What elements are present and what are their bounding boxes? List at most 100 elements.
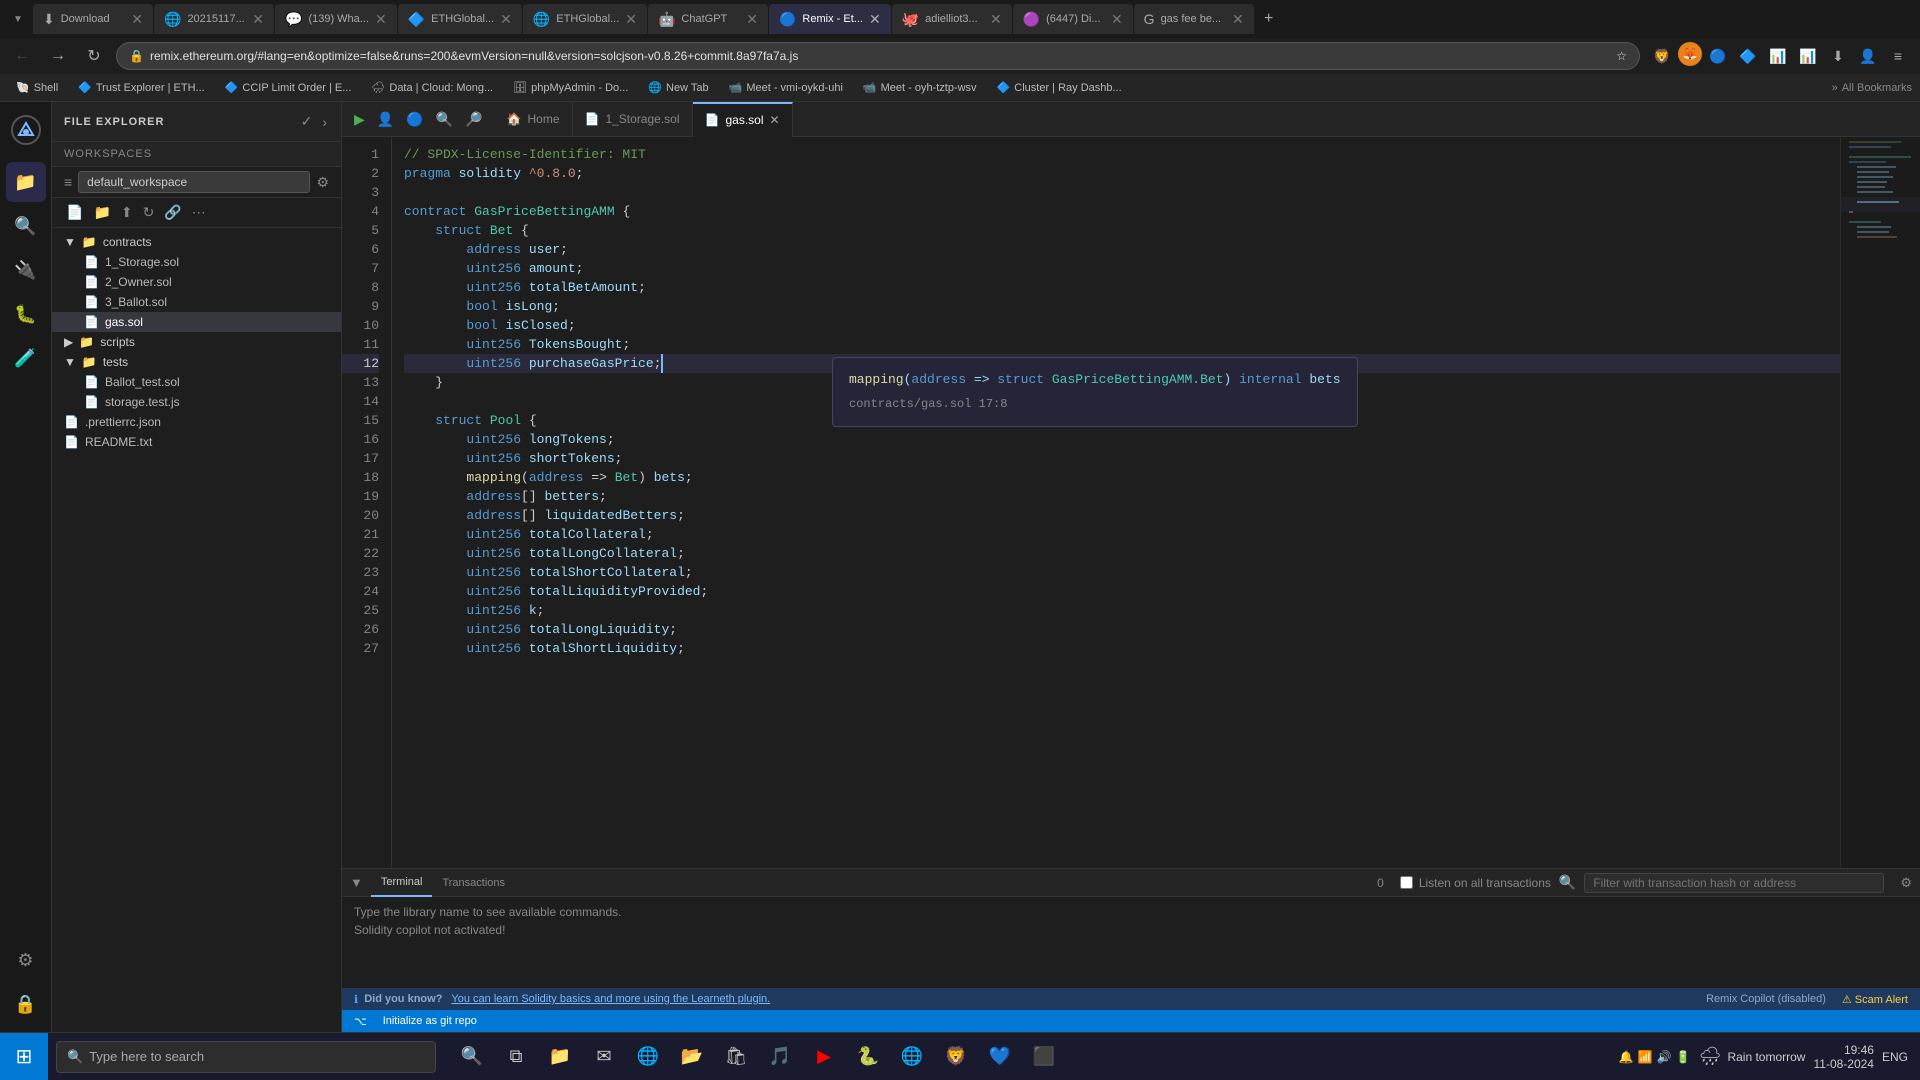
tab-discord[interactable]: 🟣 (6447) Di... ✕ [1013, 4, 1133, 34]
bookmark-cluster[interactable]: 🔷 Cluster | Ray Dashb... [989, 79, 1130, 96]
folder-tests[interactable]: ▼ 📁 tests [52, 352, 341, 372]
bookmark-ccip[interactable]: 🔷 CCIP Limit Order | E... [217, 79, 360, 96]
upload-icon[interactable]: ⬆ [119, 202, 135, 223]
remix-logo[interactable] [6, 110, 46, 150]
bookmark-star-icon[interactable]: ☆ [1616, 49, 1627, 63]
tab-remix[interactable]: 🔵 Remix - Et... ✕ [769, 4, 891, 34]
address-bar[interactable]: 🔒 remix.ethereum.org/#lang=en&optimize=f… [116, 42, 1640, 70]
new-file-icon[interactable]: 📄 [64, 202, 85, 223]
taskbar-icon-youtube[interactable]: ▶ [804, 1037, 844, 1077]
tab-3[interactable]: 💬 (139) Wha... ✕ [275, 4, 397, 34]
file-2-owner[interactable]: 📄 2_Owner.sol [52, 272, 341, 292]
bookmark-data[interactable]: 🌧 Data | Cloud: Mong... [363, 79, 501, 96]
file-1-storage[interactable]: 📄 1_Storage.sol [52, 252, 341, 272]
sidebar-icon-search[interactable]: 🔍 [6, 206, 46, 246]
editor-tab-storage[interactable]: 📄 1_Storage.sol [573, 102, 693, 137]
taskbar-icon-edge[interactable]: 🌐 [628, 1037, 668, 1077]
tab-close-5[interactable]: ✕ [625, 11, 637, 28]
git-label[interactable]: Initialize as git repo [383, 1015, 477, 1027]
workspace-name-input[interactable] [78, 171, 310, 193]
tab-close-4[interactable]: ✕ [500, 11, 512, 28]
minimap[interactable] [1840, 137, 1920, 868]
taskbar-icon-mail[interactable]: ✉ [584, 1037, 624, 1077]
collapse-icon[interactable]: ▼ [350, 875, 363, 890]
listen-transactions-checkbox[interactable]: Listen on all transactions [1400, 876, 1551, 890]
terminal-tab[interactable]: Terminal [371, 869, 433, 897]
tab-5[interactable]: 🌐 ETHGlobal... ✕ [523, 4, 647, 34]
tray-icon-volume[interactable]: 🔊 [1657, 1050, 1672, 1064]
tab-close-2[interactable]: ✕ [252, 11, 264, 28]
ext-icon-5[interactable]: ⬇ [1824, 42, 1852, 70]
taskbar-icon-terminal[interactable]: ⬛ [1024, 1037, 1064, 1077]
listen-checkbox-input[interactable] [1400, 876, 1413, 889]
tab-chatgpt[interactable]: 🤖 ChatGPT ✕ [648, 4, 768, 34]
taskbar-icon-search[interactable]: 🔍 [452, 1037, 492, 1077]
tab-close-remix[interactable]: ✕ [869, 11, 881, 28]
filter-settings-icon[interactable]: ⚙ [1900, 875, 1912, 891]
taskbar-icon-store[interactable]: 🛍 [716, 1037, 756, 1077]
start-button[interactable]: ⊞ [0, 1033, 48, 1080]
sidebar-icon-plugins[interactable]: 🔌 [6, 250, 46, 290]
hamburger-icon[interactable]: ≡ [64, 174, 72, 190]
taskbar-icon-python[interactable]: 🐍 [848, 1037, 888, 1077]
back-button[interactable]: ← [8, 42, 36, 70]
file-storage-test[interactable]: 📄 storage.test.js [52, 392, 341, 412]
lang-indicator[interactable]: ENG [1882, 1050, 1908, 1064]
taskbar-icon-taskview[interactable]: ⧉ [496, 1037, 536, 1077]
tray-icon-1[interactable]: 🔔 [1619, 1050, 1634, 1064]
tab-close-3[interactable]: ✕ [375, 11, 387, 28]
tab-4[interactable]: 🔷 ETHGlobal... ✕ [398, 4, 522, 34]
file-gas-sol[interactable]: 📄 gas.sol [52, 312, 341, 332]
run-profile-icon[interactable]: 👤 [373, 109, 398, 130]
panel-check-icon[interactable]: ✓ [299, 111, 315, 132]
refresh-workspace-icon[interactable]: ↻ [141, 202, 157, 223]
transactions-tab[interactable]: Transactions [432, 869, 515, 897]
back-dropdown-btn[interactable]: ▼ [4, 5, 32, 33]
taskbar-icon-explorer-files[interactable]: 📂 [672, 1037, 712, 1077]
tray-icon-wifi[interactable]: 📶 [1638, 1050, 1653, 1064]
editor-tab-gas[interactable]: 📄 gas.sol ✕ [693, 102, 793, 137]
ext-icon-4[interactable]: 📊 [1794, 42, 1822, 70]
sidebar-icon-test[interactable]: 🧪 [6, 338, 46, 378]
tab-close-github[interactable]: ✕ [990, 11, 1002, 28]
filter-search-icon[interactable]: 🔍 [1559, 874, 1576, 891]
file-ballot-test[interactable]: 📄 Ballot_test.sol [52, 372, 341, 392]
bookmark-phpmyadmin[interactable]: 🗄 phpMyAdmin - Do... [505, 79, 636, 96]
bookmark-newtab[interactable]: 🌐 New Tab [640, 79, 716, 96]
tab-download[interactable]: ⬇ Download ✕ [33, 4, 153, 34]
tab-close-discord[interactable]: ✕ [1111, 11, 1123, 28]
sidebar-icon-settings[interactable]: ⚙ [6, 940, 46, 980]
file-readme[interactable]: 📄 README.txt [52, 432, 341, 452]
taskbar-icon-vscode[interactable]: 💙 [980, 1037, 1020, 1077]
file-3-ballot[interactable]: 📄 3_Ballot.sol [52, 292, 341, 312]
folder-scripts[interactable]: ▶ 📁 scripts [52, 332, 341, 352]
tab-gas[interactable]: G gas fee be... ✕ [1134, 4, 1254, 34]
file-prettierrc[interactable]: 📄 .prettierrc.json [52, 412, 341, 432]
zoom-out-icon[interactable]: 🔎 [461, 109, 486, 130]
metamask-icon[interactable]: 🦊 [1678, 42, 1702, 66]
tab-close-gas[interactable]: ✕ [1232, 11, 1244, 28]
taskbar-icon-explorer[interactable]: 📁 [540, 1037, 580, 1077]
weather-widget[interactable]: 🌧 Rain tomorrow [1699, 1046, 1806, 1067]
tab-github[interactable]: 🐙 adielliot3... ✕ [892, 4, 1012, 34]
tip-link[interactable]: You can learn Solidity basics and more u… [451, 993, 770, 1005]
sidebar-icon-files[interactable]: 📁 [6, 162, 46, 202]
profile-icon[interactable]: 👤 [1854, 42, 1882, 70]
zoom-in-icon[interactable]: 🔍 [432, 109, 457, 130]
new-tab-button[interactable]: + [1255, 5, 1283, 33]
new-folder-icon[interactable]: 📁 [91, 202, 112, 223]
folder-contracts[interactable]: ▼ 📁 contracts [52, 232, 341, 252]
sidebar-icon-security[interactable]: 🔒 [6, 984, 46, 1024]
code-content[interactable]: // SPDX-License-Identifier: MIT pragma s… [392, 137, 1840, 868]
clock-widget[interactable]: 19:46 11-08-2024 [1813, 1043, 1874, 1071]
tab-close-chatgpt[interactable]: ✕ [746, 11, 758, 28]
bookmarks-more-btn[interactable]: » All Bookmarks [1832, 82, 1912, 94]
tab-close-download[interactable]: ✕ [131, 11, 143, 28]
tab-2[interactable]: 🌐 20215117... ✕ [154, 4, 274, 34]
editor-tab-home[interactable]: 🏠 Home [495, 102, 573, 137]
bookmark-meet1[interactable]: 📹 Meet - vmi-oykd-uhi [721, 79, 851, 96]
run-debug-icon[interactable]: 🔵 [402, 109, 427, 130]
gas-tab-close-icon[interactable]: ✕ [770, 113, 780, 127]
workspace-settings-icon[interactable]: ⚙ [316, 174, 329, 191]
refresh-button[interactable]: ↻ [80, 42, 108, 70]
